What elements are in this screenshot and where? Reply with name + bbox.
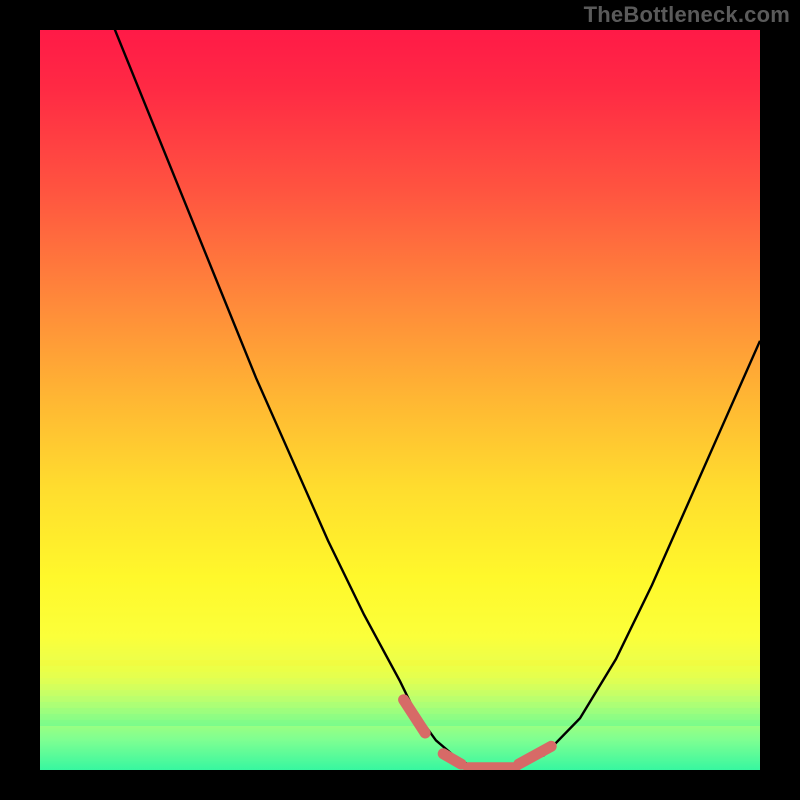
highlight-segment [519,746,551,764]
chart-frame: TheBottleneck.com [0,0,800,800]
v-curve [40,30,760,770]
highlight-segment [443,754,461,764]
curve-layer [40,30,760,770]
plot-area [40,30,760,770]
highlight-segment [404,700,426,733]
watermark-text: TheBottleneck.com [584,2,790,28]
highlight-markers [404,700,552,768]
